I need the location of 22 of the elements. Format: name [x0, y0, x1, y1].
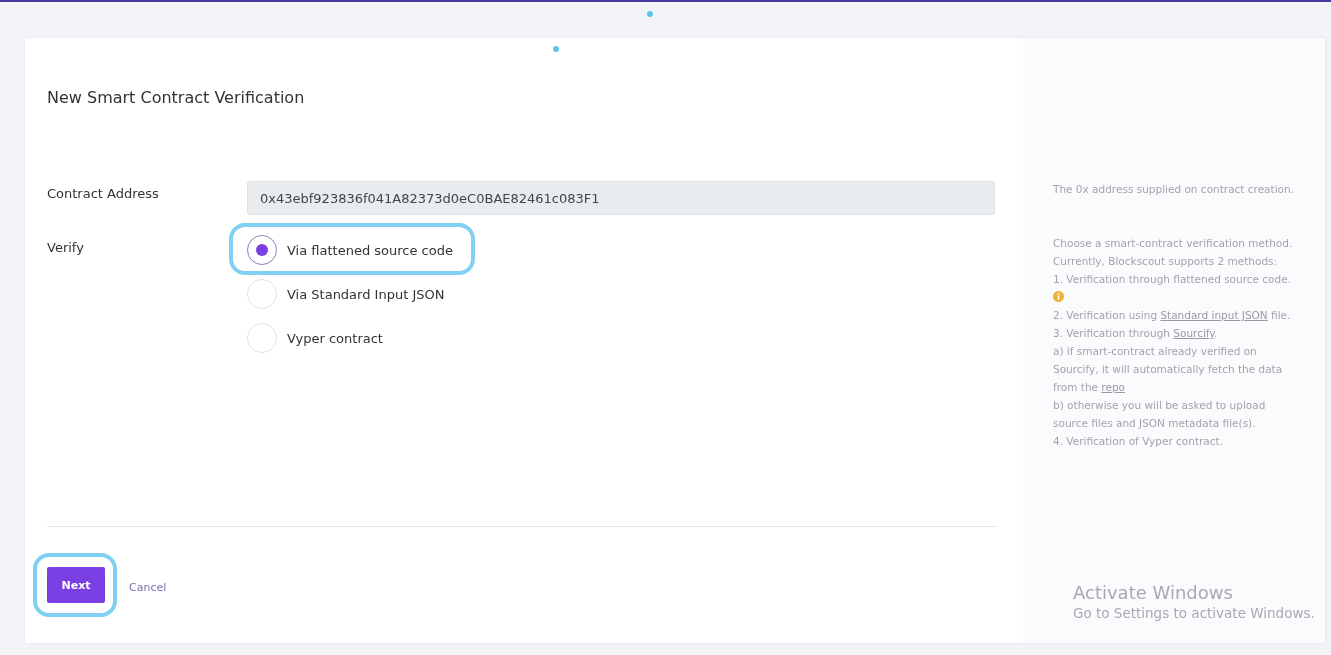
help-text: 2. Verification using Standard input JSON file.	[1053, 308, 1292, 323]
field-label: Contract Address	[47, 185, 160, 203]
help-text: 1. Verification through flattened source code.	[1053, 270, 1301, 306]
page-title: New Smart Contract Verification	[47, 88, 306, 107]
activation-title: Activate Windows	[1073, 582, 1234, 603]
cancel-link[interactable]: Cancel	[129, 580, 167, 594]
field-label: Verify	[47, 239, 85, 257]
loading-dot	[647, 11, 653, 17]
help-text: Choose a smart-contract verification method. Currently, Blockscout supports 2 methods:	[1053, 236, 1294, 269]
activation-text: Go to Settings to activate Windows.	[1073, 605, 1315, 621]
help-text: 4. Verification of Vyper contract.	[1053, 434, 1224, 449]
info-icon	[1053, 291, 1064, 302]
next-button[interactable]: Next	[47, 567, 105, 603]
help-text: a) if smart-contract already verified on Sourcify, it will automatically fetch the data from the repo	[1053, 344, 1284, 395]
radio-label[interactable]: Via flattened source code	[287, 242, 453, 258]
help-text: 3. Verification through Sourcify.	[1053, 326, 1219, 341]
help-text: b) otherwise you will be asked to upload source files and JSON metadata file(s).	[1053, 398, 1267, 431]
help-text: The 0x address supplied on contract creation.	[1053, 182, 1295, 197]
radio-label[interactable]: Vyper contract	[287, 330, 383, 346]
loading-dot	[553, 46, 559, 52]
address-field[interactable]: 0x43ebf923836f041A82373d0eC0BAE82461c083F1	[247, 181, 995, 215]
radio-label[interactable]: Via Standard Input JSON	[287, 286, 445, 302]
